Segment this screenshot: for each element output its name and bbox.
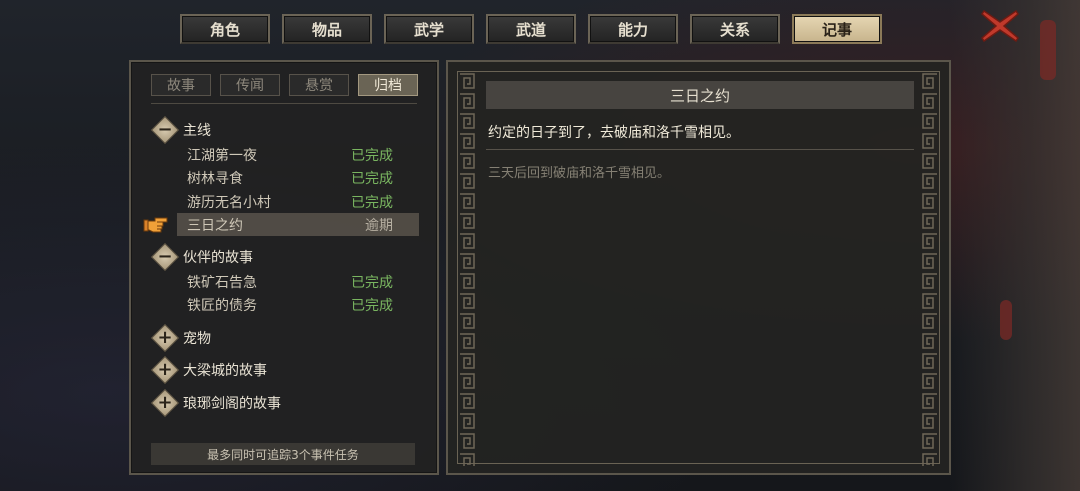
quest-detail-panel: 三日之约 约定的日子到了，去破庙和洛千雪相见。 三天后回到破庙和洛千雪相见。 <box>446 60 951 475</box>
collapse-icon: − <box>153 245 177 269</box>
quest-objective: 三天后回到破庙和洛千雪相见。 <box>488 166 671 181</box>
pointing-hand-icon <box>143 215 169 235</box>
subtab-rumors[interactable]: 传闻 <box>220 74 280 96</box>
fret-border-left <box>457 71 477 466</box>
quest-name: 铁匠的债务 <box>187 297 257 314</box>
tab-character[interactable]: 角色 <box>180 14 270 44</box>
quest-status: 已完成 <box>351 170 393 187</box>
quest-status: 已完成 <box>351 274 393 291</box>
background-lantern <box>1000 300 1012 340</box>
quest-description: 约定的日子到了，去破庙和洛千雪相见。 <box>488 125 740 141</box>
quest-row[interactable]: 铁匠的债务 已完成 <box>177 293 419 316</box>
divider <box>486 149 914 150</box>
fret-border-right <box>920 71 940 466</box>
tracking-hint: 最多同时可追踪3个事件任务 <box>151 443 415 465</box>
quest-status: 已完成 <box>351 194 393 211</box>
quest-name: 铁矿石告急 <box>187 274 257 291</box>
tab-abilities[interactable]: 能力 <box>588 14 678 44</box>
subtab-bounty[interactable]: 悬赏 <box>289 74 349 96</box>
quest-status: 已完成 <box>351 297 393 314</box>
category-main[interactable]: − 主线 <box>153 118 211 142</box>
category-label: 大梁城的故事 <box>183 363 267 379</box>
quest-name: 游历无名小村 <box>187 194 271 211</box>
tab-relations[interactable]: 关系 <box>690 14 780 44</box>
expand-icon: + <box>153 391 177 415</box>
category-langya[interactable]: + 琅琊剑阁的故事 <box>153 391 281 415</box>
tab-items[interactable]: 物品 <box>282 14 372 44</box>
quest-status: 逾期 <box>365 217 393 234</box>
expand-icon: + <box>153 326 177 350</box>
quest-row[interactable]: 铁矿石告急 已完成 <box>177 270 419 293</box>
collapse-icon: − <box>153 118 177 142</box>
quest-row[interactable]: 江湖第一夜 已完成 <box>177 143 419 166</box>
close-icon <box>981 9 1019 43</box>
category-companion[interactable]: − 伙伴的故事 <box>153 245 253 269</box>
quest-name: 树林寻食 <box>187 170 243 187</box>
quest-list-panel: 故事 传闻 悬赏 归档 − 主线 江湖第一夜 已完成 树林寻食 已完成 游历无名… <box>129 60 439 475</box>
quest-row-selected[interactable]: 三日之约 逾期 <box>177 213 419 236</box>
category-label: 伙伴的故事 <box>183 250 253 266</box>
close-button[interactable] <box>980 8 1020 44</box>
tab-martial-arts[interactable]: 武学 <box>384 14 474 44</box>
tab-journal[interactable]: 记事 <box>792 14 882 44</box>
quest-name: 三日之约 <box>187 217 243 234</box>
quest-row[interactable]: 树林寻食 已完成 <box>177 166 419 189</box>
expand-icon: + <box>153 358 177 382</box>
subtab-bar: 故事 传闻 悬赏 归档 <box>151 74 418 96</box>
category-label: 主线 <box>183 123 211 139</box>
quest-title: 三日之约 <box>486 81 914 109</box>
quest-status: 已完成 <box>351 147 393 164</box>
category-pet[interactable]: + 宠物 <box>153 326 211 350</box>
category-label: 宠物 <box>183 331 211 347</box>
category-daliang[interactable]: + 大梁城的故事 <box>153 358 267 382</box>
quest-name: 江湖第一夜 <box>187 147 257 164</box>
background-lantern <box>1040 20 1056 80</box>
background-scene <box>950 0 1080 491</box>
tab-martial-way[interactable]: 武道 <box>486 14 576 44</box>
subtab-archive[interactable]: 归档 <box>358 74 418 96</box>
category-label: 琅琊剑阁的故事 <box>183 396 281 412</box>
quest-row[interactable]: 游历无名小村 已完成 <box>177 190 419 213</box>
subtab-story[interactable]: 故事 <box>151 74 211 96</box>
top-tab-bar: 角色 物品 武学 武道 能力 关系 记事 <box>180 14 882 44</box>
divider <box>151 103 417 104</box>
